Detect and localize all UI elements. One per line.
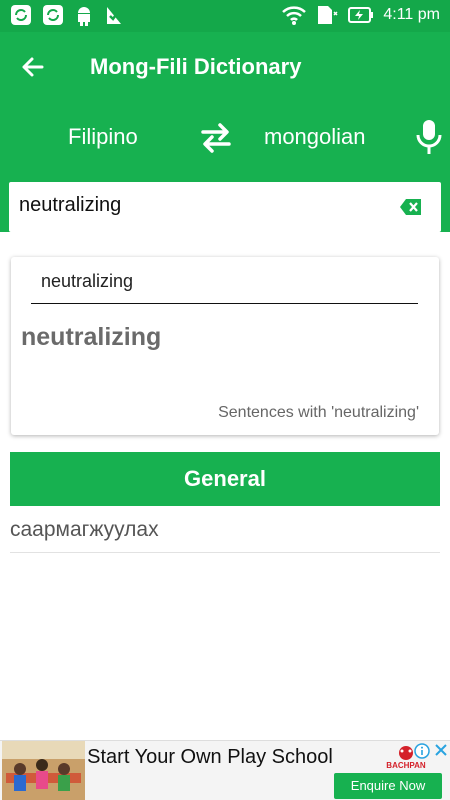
language-bar: Filipino mongolian	[0, 102, 450, 232]
sync-icon	[11, 5, 31, 25]
enquire-now-button[interactable]: Enquire Now	[334, 773, 442, 799]
ad-headline[interactable]: Start Your Own Play School	[85, 745, 335, 769]
result-word: neutralizing	[21, 323, 162, 351]
sentences-link[interactable]: Sentences with 'neutralizing'	[218, 404, 419, 422]
status-right-icons: 4:11 pm	[281, 4, 440, 26]
card-input-underline	[31, 303, 418, 304]
status-time: 4:11 pm	[383, 6, 440, 23]
search-box	[9, 182, 441, 232]
ad-photo-image[interactable]	[2, 741, 85, 800]
general-header: General	[10, 452, 440, 506]
to-language-button[interactable]: mongolian	[264, 124, 366, 150]
from-language-button[interactable]: Filipino	[68, 124, 138, 150]
arrow-left-icon[interactable]	[18, 52, 48, 82]
sync-icon	[43, 5, 63, 25]
swap-arrows-icon[interactable]	[198, 120, 234, 156]
app-bar: Mong-Fili Dictionary	[0, 32, 450, 102]
search-input[interactable]	[19, 194, 389, 217]
translation-text: саармагжуулах	[10, 518, 159, 541]
ad-close-icon[interactable]	[434, 743, 448, 757]
translation-divider	[10, 552, 440, 553]
result-card: neutralizing neutralizing Sentences with…	[11, 257, 439, 435]
status-bar: 4:11 pm	[0, 0, 450, 32]
battery-charging-icon	[348, 7, 374, 23]
ad-banner[interactable]: Start Your Own Play School BACHPAN Enqui…	[0, 740, 450, 800]
svg-text:BACHPAN: BACHPAN	[386, 761, 426, 770]
check-flag-icon	[107, 7, 122, 24]
android-icon	[78, 7, 90, 26]
sd-card-icon	[318, 6, 338, 24]
status-left-icons	[10, 4, 124, 26]
backspace-clear-icon[interactable]	[399, 197, 423, 217]
app-title: Mong-Fili Dictionary	[90, 54, 302, 79]
card-input-text[interactable]: neutralizing	[41, 271, 133, 292]
ad-info-icon[interactable]	[414, 743, 430, 759]
wifi-icon	[282, 6, 307, 25]
microphone-icon[interactable]	[415, 118, 443, 156]
